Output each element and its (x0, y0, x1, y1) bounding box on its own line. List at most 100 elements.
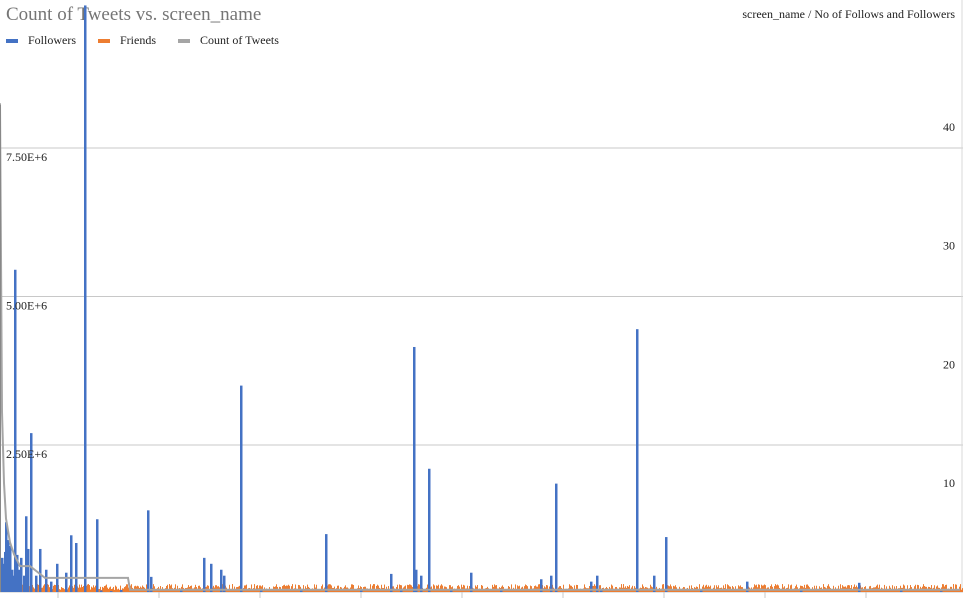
friends-bar (34, 588, 35, 592)
friends-bar (623, 584, 624, 592)
friends-bar (776, 585, 777, 592)
count-of-tweets-path (0, 103, 960, 591)
friends-bar (418, 584, 419, 592)
friends-bar (284, 584, 285, 592)
friends-bar (246, 584, 247, 592)
friends-bar (807, 584, 808, 592)
left-axis-tick-label: 5.00E+6 (6, 299, 47, 313)
friends-bar (934, 585, 935, 592)
friends-bar (370, 584, 371, 592)
friends-bar (94, 587, 95, 592)
friends-bar (108, 588, 109, 592)
friends-bar (63, 588, 64, 592)
friends-bar (923, 584, 924, 592)
friends-bar (103, 587, 104, 592)
friends-bar (117, 589, 118, 592)
friends-bar (703, 584, 704, 592)
friends-bar (538, 584, 539, 592)
friends-bar (570, 585, 571, 592)
friends-bar (245, 585, 246, 592)
friends-bar (910, 585, 911, 592)
friends-bar (88, 584, 89, 592)
friends-bar (399, 584, 400, 592)
friends-bar (461, 584, 462, 592)
friends-bar (842, 585, 843, 592)
friends-bar (708, 585, 709, 592)
friends-bar (777, 584, 778, 592)
friends-bar (118, 588, 119, 592)
followers-bar (14, 269, 17, 592)
friends-bar (756, 584, 757, 592)
friends-bar (191, 585, 192, 592)
friends-bar (328, 584, 329, 592)
friends-bar (496, 585, 497, 592)
friends-bar (322, 584, 323, 592)
followers-bar (120, 589, 123, 592)
friends-bar (381, 584, 382, 592)
friends-bar (790, 585, 791, 592)
followers-bar (636, 329, 639, 592)
friends-bar (775, 584, 776, 592)
friends-bar (960, 584, 961, 592)
friends-bar (73, 587, 74, 592)
friends-bar (374, 584, 375, 592)
friends-bar (345, 585, 346, 592)
friends-bar (477, 585, 478, 592)
followers-bar (210, 563, 213, 592)
right-axis-tick-label: 40 (943, 120, 955, 134)
friends-bar (314, 584, 315, 592)
friends-bar (115, 585, 116, 592)
friends-bar (288, 584, 289, 592)
followers-bar (203, 557, 206, 592)
friends-bar (662, 584, 663, 592)
friends-bar (254, 584, 255, 592)
friends-bar (303, 585, 304, 592)
friends-bar (405, 585, 406, 592)
friends-bar (292, 584, 293, 592)
right-axis-tick-label: 10 (943, 476, 955, 490)
friends-bar (699, 584, 700, 592)
friends-bar (216, 585, 217, 592)
friends-bar (771, 584, 772, 592)
friends-bar (937, 585, 938, 592)
friends-bar (718, 585, 719, 592)
friends-bar (170, 585, 171, 592)
friends-bar (116, 586, 117, 592)
followers-bar (325, 534, 328, 592)
friends-bar (849, 585, 850, 592)
friends-bar (55, 585, 56, 592)
friends-bar (755, 585, 756, 592)
friends-bar (283, 585, 284, 592)
friends-bar (80, 587, 81, 592)
friends-bar (298, 584, 299, 592)
followers-bar (100, 590, 103, 592)
friends-bar (64, 589, 65, 592)
friends-bar (126, 584, 127, 592)
friends-bar (373, 584, 374, 592)
friends-bar (169, 584, 170, 592)
friends-bar (599, 585, 600, 592)
friends-bar (856, 585, 857, 592)
friends-bar (458, 585, 459, 592)
friends-bar (215, 585, 216, 592)
friends-bar (353, 585, 354, 592)
friends-bar (114, 589, 115, 592)
friends-bar (307, 584, 308, 592)
friends-bar (286, 585, 287, 592)
friends-bar (670, 584, 671, 592)
friends-bar (104, 586, 105, 592)
friends-bar (329, 584, 330, 592)
friends-bar (188, 585, 189, 592)
friends-bar (440, 585, 441, 592)
friends-bar (434, 585, 435, 592)
axes: 2.50E+6 5.00E+6 7.50E+6 10 30 20 40 (0, 105, 955, 592)
friends-bar (44, 584, 45, 592)
friends-bar (758, 584, 759, 592)
friends-bar (109, 587, 110, 592)
friends-bar (259, 585, 260, 592)
friends-bar (53, 585, 54, 592)
friends-bar (569, 584, 570, 592)
friends-bar (714, 585, 715, 592)
friends-bar (93, 585, 94, 592)
friends-bar (535, 585, 536, 592)
